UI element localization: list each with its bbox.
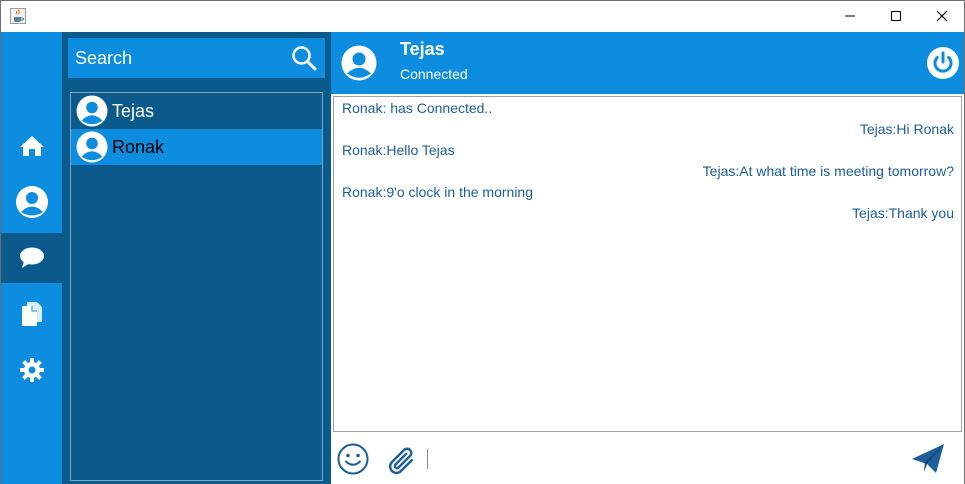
nav-item-profile[interactable] xyxy=(1,177,62,227)
message-area: Ronak: has Connected.. Tejas:Hi Ronak Ro… xyxy=(333,96,962,432)
send-icon[interactable] xyxy=(910,442,946,476)
user-icon xyxy=(15,186,48,218)
nav-item-home[interactable] xyxy=(1,121,62,171)
text-caret xyxy=(427,449,428,469)
contacts-pane: Search Tejas Ronak xyxy=(62,32,331,484)
avatar-icon xyxy=(76,95,108,127)
maximize-button[interactable] xyxy=(873,1,919,31)
search-bar[interactable]: Search xyxy=(68,38,325,78)
minimize-icon xyxy=(845,15,855,17)
title-bar xyxy=(1,1,964,31)
maximize-icon xyxy=(891,11,901,21)
contact-list: Tejas Ronak xyxy=(70,92,323,481)
contact-item-tejas[interactable]: Tejas xyxy=(71,93,322,129)
chat-header: Tejas Connected xyxy=(331,32,964,94)
close-button[interactable] xyxy=(919,1,965,31)
contact-name: Ronak xyxy=(112,136,165,157)
paperclip-icon[interactable] xyxy=(386,442,418,476)
nav-item-settings[interactable] xyxy=(1,345,62,395)
contact-item-ronak[interactable]: Ronak xyxy=(71,129,322,165)
minimize-button[interactable] xyxy=(827,1,873,31)
search-label: Search xyxy=(75,48,133,68)
gear-icon xyxy=(19,358,44,382)
message-sent: Tejas:Hi Ronak xyxy=(859,121,954,137)
close-icon xyxy=(936,10,948,22)
documents-icon xyxy=(21,302,42,326)
composer xyxy=(331,433,964,484)
nav-item-chat[interactable] xyxy=(1,233,62,283)
nav-item-files[interactable] xyxy=(1,289,62,339)
chat-contact-name: Tejas xyxy=(400,39,445,59)
avatar-icon xyxy=(76,131,108,163)
java-cup-icon xyxy=(10,8,26,24)
contact-name: Tejas xyxy=(112,100,155,121)
message-sent: Tejas:At what time is meeting tomorrow? xyxy=(702,163,954,179)
power-icon[interactable] xyxy=(926,46,960,80)
connection-status: Connected xyxy=(400,66,468,82)
message-received: Ronak: has Connected.. xyxy=(342,100,493,116)
avatar-icon xyxy=(341,45,377,81)
nav-rail xyxy=(1,32,62,484)
message-input[interactable] xyxy=(431,441,901,475)
chat-bubble-icon xyxy=(19,247,44,268)
home-icon xyxy=(19,136,44,156)
message-sent: Tejas:Thank you xyxy=(852,205,954,221)
message-received: Ronak:Hello Tejas xyxy=(342,142,455,158)
app-window: Search Tejas Ronak Tejas Connected Ronak… xyxy=(0,0,965,484)
message-received: Ronak:9'o clock in the morning xyxy=(342,184,533,200)
emoji-icon[interactable] xyxy=(337,443,369,475)
search-icon[interactable] xyxy=(291,45,317,71)
